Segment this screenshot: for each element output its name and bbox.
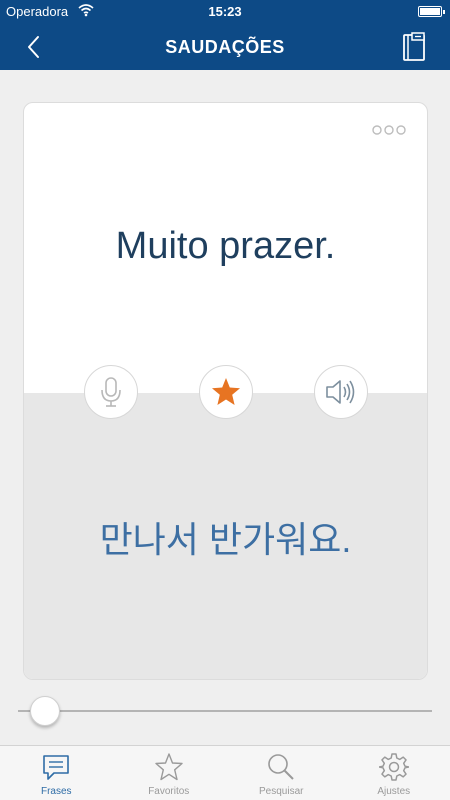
record-button[interactable]: [84, 365, 138, 419]
slider-thumb[interactable]: [30, 696, 60, 726]
tab-label: Pesquisar: [259, 786, 304, 797]
play-audio-button[interactable]: [314, 365, 368, 419]
clock: 15:23: [208, 4, 242, 19]
gear-icon: [378, 753, 409, 781]
tab-pesquisar[interactable]: Pesquisar: [225, 746, 338, 800]
battery-icon: [418, 6, 445, 17]
notebook-button[interactable]: [398, 31, 430, 63]
tab-label: Ajustes: [377, 786, 411, 797]
search-icon: [268, 754, 294, 780]
translation-text: 만나서 반가워요.: [99, 519, 352, 560]
speaker-icon: [326, 380, 355, 404]
tab-bar: Frases Favoritos Pesquisar Ajustes: [0, 745, 450, 800]
tab-frases[interactable]: Frases: [0, 746, 113, 800]
notebook-icon: [403, 32, 425, 61]
star-outline-icon: [155, 753, 183, 781]
tab-label: Frases: [40, 786, 72, 797]
chat-bubble-icon: [43, 755, 70, 780]
phrase-text: Muito prazer.: [115, 225, 336, 267]
status-bar: Operadora 15:23: [0, 0, 450, 24]
favorite-button[interactable]: [199, 365, 253, 419]
nav-bar: SAUDAÇÕES: [0, 24, 450, 70]
microphone-icon: [101, 377, 121, 407]
phrase-slider[interactable]: [18, 696, 432, 726]
page-title: SAUDAÇÕES: [165, 37, 285, 57]
tab-favoritos[interactable]: Favoritos: [113, 746, 226, 800]
tab-label: Favoritos: [148, 786, 190, 797]
phrase-card: Muito prazer. 만나서 반가워요.: [23, 102, 428, 680]
more-options-button[interactable]: [371, 123, 407, 135]
tab-ajustes[interactable]: Ajustes: [338, 746, 450, 800]
star-icon: [212, 378, 240, 405]
slider-track: [18, 710, 432, 712]
more-dots-icon: [372, 125, 406, 135]
